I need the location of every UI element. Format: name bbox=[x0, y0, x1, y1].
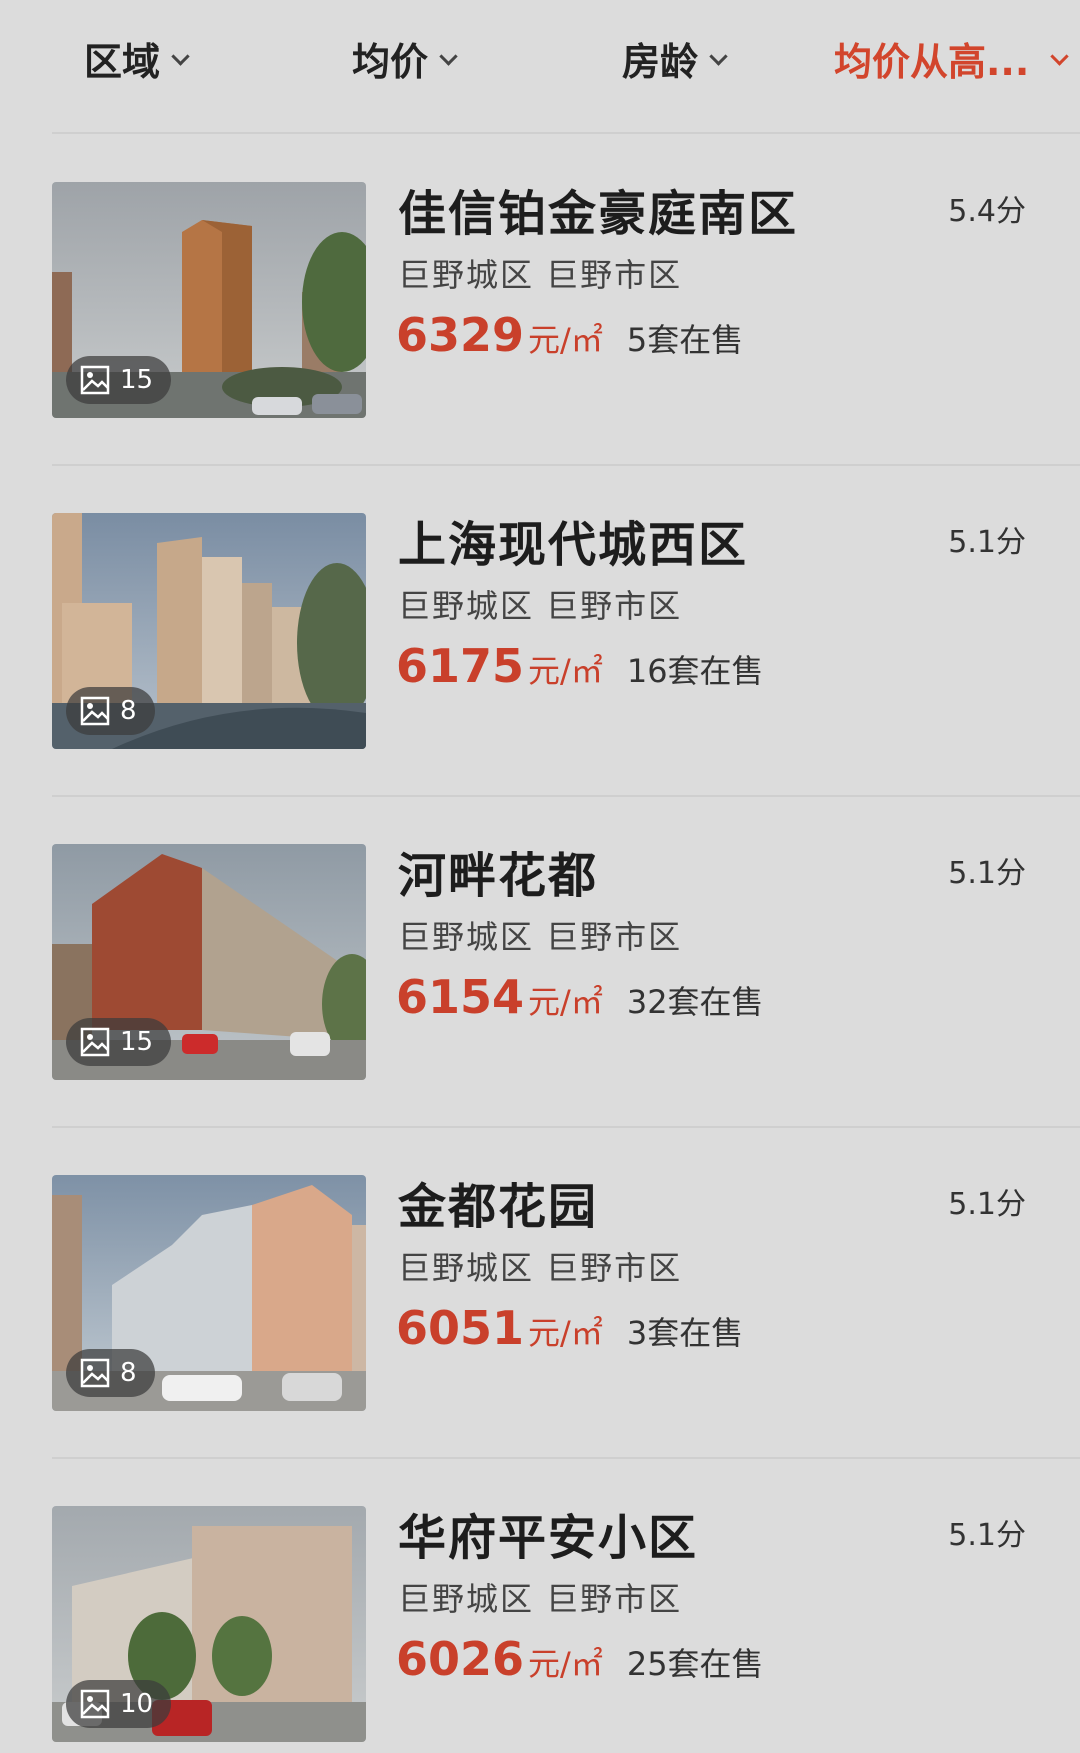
price-row: 6175 元/㎡ 16套在售 bbox=[396, 639, 764, 699]
listing-on-sale: 3套在售 bbox=[626, 1314, 744, 1352]
listing-score: 5.1分 bbox=[948, 525, 1026, 560]
photo-count: 8 bbox=[120, 1358, 137, 1388]
filter-sort[interactable]: 均价从高... bbox=[834, 30, 1070, 86]
filter-building-age-label: 房龄 bbox=[622, 39, 699, 84]
image-icon bbox=[80, 1358, 110, 1388]
listing-item[interactable]: 8 金都花园 5.1分 巨野城区 巨野市区 6051 元/㎡ 3套在售 bbox=[0, 1175, 1080, 1505]
listing-name: 佳信铂金豪庭南区 bbox=[398, 186, 799, 242]
photo-count-badge: 8 bbox=[66, 1349, 155, 1397]
listing-on-sale: 5套在售 bbox=[626, 321, 744, 359]
price-unit: 元/㎡ bbox=[528, 321, 603, 359]
listing-on-sale: 25套在售 bbox=[626, 1645, 764, 1683]
divider bbox=[52, 795, 1080, 797]
image-icon bbox=[80, 1027, 110, 1057]
listing-name: 上海现代城西区 bbox=[398, 517, 749, 573]
listing-district: 巨野城区 巨野市区 bbox=[398, 256, 683, 294]
photo-count: 15 bbox=[120, 1027, 154, 1057]
price-row: 6026 元/㎡ 25套在售 bbox=[396, 1632, 764, 1692]
image-icon bbox=[80, 696, 110, 726]
listing-price: 6051 bbox=[396, 1301, 525, 1355]
listing-photo[interactable]: 8 bbox=[52, 1175, 366, 1411]
image-icon bbox=[80, 365, 110, 395]
listing-district: 巨野城区 巨野市区 bbox=[398, 918, 683, 956]
chevron-down-icon bbox=[439, 46, 458, 66]
photo-count: 15 bbox=[120, 365, 154, 395]
image-icon bbox=[80, 1689, 110, 1719]
photo-count: 10 bbox=[120, 1689, 154, 1719]
listing-photo[interactable]: 15 bbox=[52, 844, 366, 1080]
price-row: 6329 元/㎡ 5套在售 bbox=[396, 308, 743, 368]
filter-avg-price[interactable]: 均价 bbox=[352, 30, 458, 86]
listing-on-sale: 16套在售 bbox=[626, 652, 764, 690]
chevron-down-icon bbox=[171, 46, 190, 66]
price-unit: 元/㎡ bbox=[528, 1645, 603, 1683]
filter-sort-label: 均价从高... bbox=[834, 39, 1030, 84]
listing-photo[interactable]: 15 bbox=[52, 182, 366, 418]
listing-name: 华府平安小区 bbox=[398, 1510, 699, 1566]
listing-score: 5.4分 bbox=[948, 194, 1026, 229]
price-unit: 元/㎡ bbox=[528, 983, 603, 1021]
listing-score: 5.1分 bbox=[948, 1187, 1026, 1222]
listing-photo[interactable]: 10 bbox=[52, 1506, 366, 1742]
divider bbox=[52, 464, 1080, 466]
listing-photo[interactable]: 8 bbox=[52, 513, 366, 749]
listing-name: 金都花园 bbox=[398, 1179, 599, 1235]
listing-price: 6329 bbox=[396, 308, 525, 362]
listing-price: 6175 bbox=[396, 639, 525, 693]
listing-name: 河畔花都 bbox=[398, 848, 599, 904]
divider bbox=[52, 1126, 1080, 1128]
price-row: 6154 元/㎡ 32套在售 bbox=[396, 970, 764, 1030]
divider bbox=[52, 132, 1080, 134]
photo-count-badge: 10 bbox=[66, 1680, 172, 1728]
listing-price: 6026 bbox=[396, 1632, 525, 1686]
listing-score: 5.1分 bbox=[948, 1518, 1026, 1553]
chevron-down-icon bbox=[709, 46, 728, 66]
filter-avg-price-label: 均价 bbox=[352, 39, 429, 84]
price-unit: 元/㎡ bbox=[528, 652, 603, 690]
listing-item[interactable]: 15 佳信铂金豪庭南区 5.4分 巨野城区 巨野市区 6329 元/㎡ 5套在售 bbox=[0, 182, 1080, 512]
divider bbox=[52, 1457, 1080, 1459]
photo-count-badge: 15 bbox=[66, 1018, 172, 1066]
chevron-down-icon bbox=[1050, 46, 1070, 66]
listing-item[interactable]: 8 上海现代城西区 5.1分 巨野城区 巨野市区 6175 元/㎡ 16套在售 bbox=[0, 513, 1080, 843]
listing-district: 巨野城区 巨野市区 bbox=[398, 587, 683, 625]
page: 区域 均价 房龄 均价从高... 15 佳信铂金豪庭南区 5.4分 巨野城区 巨… bbox=[0, 0, 1080, 1753]
photo-count-badge: 15 bbox=[66, 356, 172, 404]
photo-count: 8 bbox=[120, 696, 137, 726]
listing-on-sale: 32套在售 bbox=[626, 983, 764, 1021]
filter-bar: 区域 均价 房龄 均价从高... bbox=[0, 0, 1080, 120]
listing-item[interactable]: 15 河畔花都 5.1分 巨野城区 巨野市区 6154 元/㎡ 32套在售 bbox=[0, 844, 1080, 1174]
price-unit: 元/㎡ bbox=[528, 1314, 603, 1352]
filter-region[interactable]: 区域 bbox=[84, 30, 190, 86]
filter-region-label: 区域 bbox=[84, 39, 161, 84]
listing-item[interactable]: 10 华府平安小区 5.1分 巨野城区 巨野市区 6026 元/㎡ 25套在售 bbox=[0, 1506, 1080, 1753]
listing-district: 巨野城区 巨野市区 bbox=[398, 1249, 683, 1287]
listing-price: 6154 bbox=[396, 970, 525, 1024]
price-row: 6051 元/㎡ 3套在售 bbox=[396, 1301, 743, 1361]
listing-district: 巨野城区 巨野市区 bbox=[398, 1580, 683, 1618]
filter-building-age[interactable]: 房龄 bbox=[622, 30, 728, 86]
listing-score: 5.1分 bbox=[948, 856, 1026, 891]
photo-count-badge: 8 bbox=[66, 687, 155, 735]
